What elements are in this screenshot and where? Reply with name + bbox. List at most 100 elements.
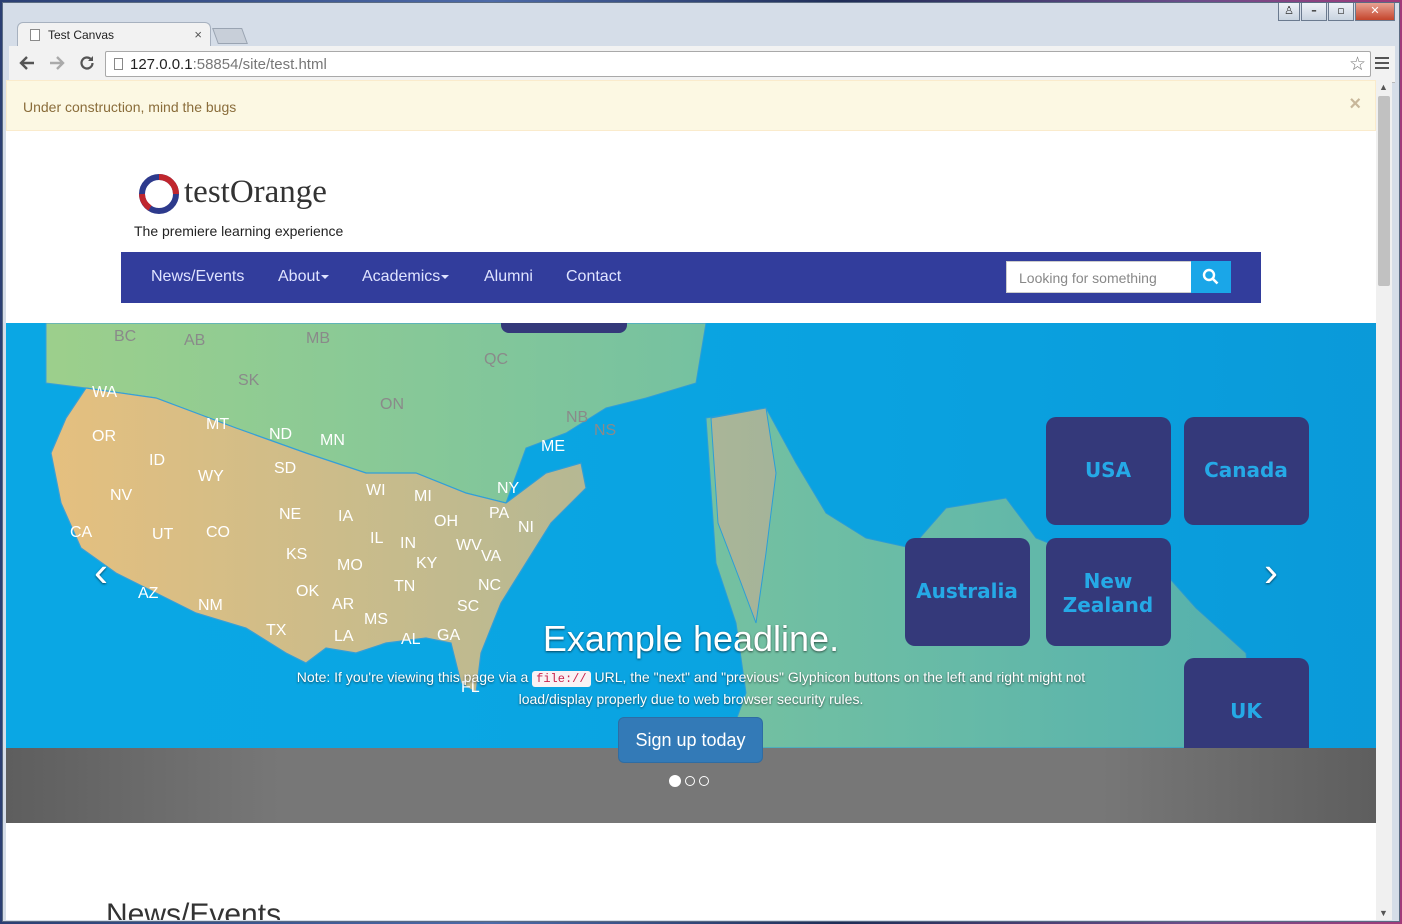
carousel-note: Note: If you're viewing this page via a … [286, 667, 1096, 709]
svg-text:KY: KY [416, 555, 438, 572]
carousel-indicator-2[interactable] [685, 776, 695, 786]
nav-label: Alumni [484, 268, 533, 285]
scrollbar-thumb[interactable] [1378, 96, 1390, 286]
carousel-indicator-3[interactable] [699, 776, 709, 786]
svg-text:NV: NV [110, 487, 133, 504]
svg-text:WV: WV [456, 537, 482, 554]
caret-down-icon [320, 274, 329, 279]
svg-text:SC: SC [457, 598, 479, 615]
svg-text:UT: UT [152, 526, 174, 543]
svg-text:MO: MO [337, 557, 363, 574]
svg-text:AZ: AZ [138, 585, 159, 602]
svg-text:NB: NB [566, 409, 588, 426]
page-scrollbar[interactable]: ▲ ▼ [1376, 80, 1392, 920]
svg-text:SD: SD [274, 460, 296, 477]
svg-text:IN: IN [400, 535, 416, 552]
svg-text:ND: ND [269, 426, 292, 443]
tile-new-zealand: New [1084, 569, 1133, 593]
svg-text:TN: TN [394, 578, 415, 595]
search-input[interactable]: Looking for something [1006, 261, 1192, 293]
svg-text:OR: OR [92, 428, 116, 445]
svg-text:AB: AB [184, 332, 205, 349]
svg-text:IA: IA [338, 508, 353, 525]
svg-text:ID: ID [149, 452, 165, 469]
tile-canada: Canada [1204, 458, 1288, 482]
svg-text:CO: CO [206, 524, 230, 541]
arrow-right-icon [50, 56, 65, 70]
note-text-after: URL, the "next" and "previous" Glyphicon… [518, 669, 1086, 707]
svg-text:NI: NI [518, 519, 534, 536]
svg-text:NY: NY [497, 480, 520, 497]
nav-alumni[interactable]: Alumni [484, 268, 533, 286]
construction-alert: Under construction, mind the bugs × [6, 80, 1376, 131]
carousel-headline: Example headline. [542, 618, 840, 659]
search-icon [1202, 268, 1219, 285]
svg-text:AR: AR [332, 596, 354, 613]
svg-text:ON: ON [380, 396, 404, 413]
svg-text:NC: NC [478, 577, 501, 594]
arrow-left-icon [19, 56, 34, 70]
svg-text:QC: QC [484, 351, 508, 368]
url-text[interactable]: 127.0.0.1:58854/site/test.html [130, 56, 327, 73]
carousel-indicators [669, 775, 709, 787]
svg-text:PA: PA [489, 505, 509, 522]
url-path: :58854/site/test.html [192, 56, 327, 73]
svg-text:IL: IL [370, 530, 383, 547]
tile-australia: Australia [916, 579, 1018, 603]
svg-text:WI: WI [366, 482, 386, 499]
carousel-prev-chevron-left-icon[interactable]: ‹ [94, 548, 108, 596]
nav-label: Academics [362, 268, 441, 285]
svg-text:WA: WA [92, 384, 118, 401]
svg-text:Zealand: Zealand [1063, 593, 1153, 617]
nav-about[interactable]: About [278, 268, 329, 286]
svg-text:VA: VA [481, 548, 501, 565]
site-logo-text[interactable]: testOrange [184, 174, 327, 211]
svg-text:MB: MB [306, 330, 330, 347]
back-button[interactable] [17, 54, 37, 74]
svg-text:MN: MN [320, 432, 345, 449]
svg-text:ME: ME [541, 438, 565, 455]
alert-close-icon[interactable]: × [1349, 93, 1361, 116]
svg-text:NM: NM [198, 597, 223, 614]
page-icon [114, 58, 123, 70]
svg-text:CA: CA [70, 524, 93, 541]
scroll-down-arrow-icon[interactable]: ▼ [1379, 908, 1388, 918]
nav-contact[interactable]: Contact [566, 268, 621, 286]
search-button[interactable] [1191, 261, 1231, 293]
svg-text:MT: MT [206, 416, 229, 433]
nav-news-events[interactable]: News/Events [151, 268, 244, 286]
forward-button[interactable] [47, 54, 67, 74]
svg-text:NE: NE [279, 506, 301, 523]
tab-close-icon[interactable]: × [194, 27, 202, 42]
page-viewport: Under construction, mind the bugs × test… [6, 80, 1376, 920]
browser-menu-icon[interactable] [1375, 54, 1389, 72]
svg-text:MI: MI [414, 488, 432, 505]
svg-text:NS: NS [594, 422, 616, 439]
svg-text:KS: KS [286, 546, 307, 563]
nav-label: News/Events [151, 268, 245, 285]
new-tab-button[interactable] [212, 28, 248, 44]
scroll-up-arrow-icon[interactable]: ▲ [1379, 82, 1388, 92]
bookmark-star-icon[interactable]: ☆ [1349, 53, 1366, 76]
browser-toolbar: 127.0.0.1:58854/site/test.html ☆ [9, 46, 1395, 83]
tab-test-canvas[interactable]: Test Canvas × [17, 22, 211, 48]
reload-icon [80, 56, 94, 70]
page-icon [30, 29, 40, 41]
nav-label: Contact [566, 268, 622, 285]
svg-text:OK: OK [296, 583, 319, 600]
nav-label: About [278, 268, 320, 285]
caret-down-icon [441, 274, 450, 279]
carousel-indicator-1[interactable] [669, 775, 681, 787]
sign-up-button[interactable]: Sign up today [618, 717, 763, 763]
svg-text:SK: SK [238, 372, 260, 389]
hero-carousel: BC AB MB SK ON QC NB NS WA OR MT ND MN I… [6, 323, 1376, 823]
nav-academics[interactable]: Academics [362, 268, 450, 286]
note-code: file:// [532, 671, 591, 687]
alert-text: Under construction, mind the bugs [23, 99, 237, 115]
reload-button[interactable] [77, 54, 97, 74]
tab-strip: Test Canvas × [3, 3, 1399, 48]
address-bar[interactable]: 127.0.0.1:58854/site/test.html ☆ [105, 51, 1371, 77]
svg-text:BC: BC [114, 328, 136, 345]
note-text-before: Note: If you're viewing this page via a [296, 669, 529, 685]
carousel-next-chevron-right-icon[interactable]: › [1264, 548, 1278, 596]
